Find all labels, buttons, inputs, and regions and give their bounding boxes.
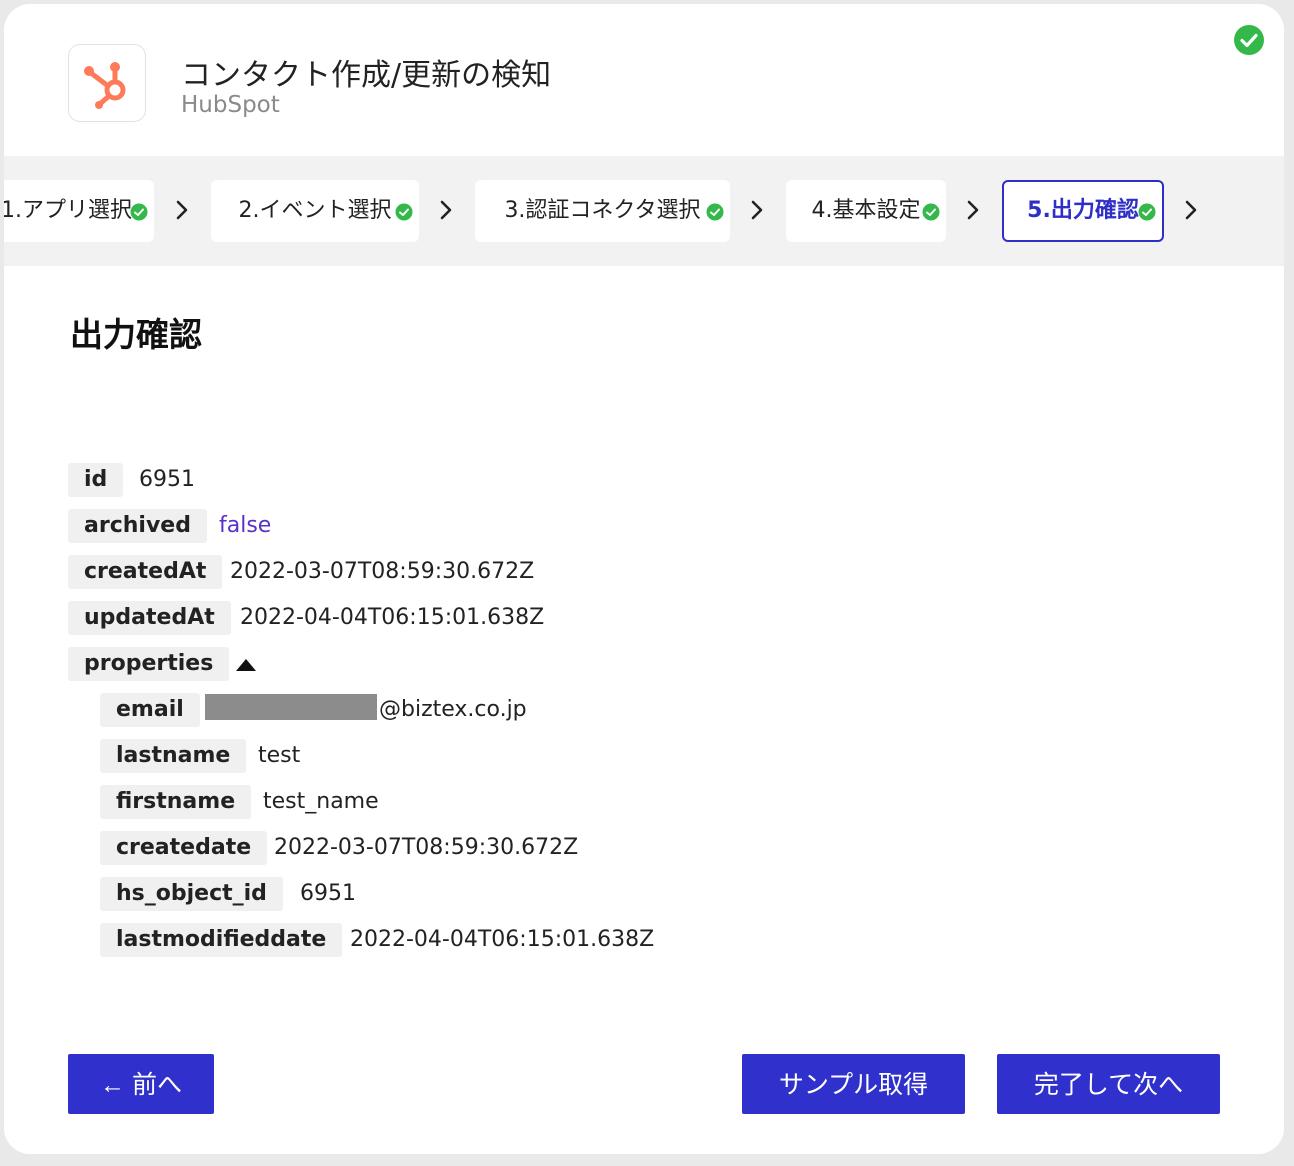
field-key: updatedAt <box>68 601 231 635</box>
step-connector-select[interactable]: 3.認証コネクタ選択 <box>475 180 730 242</box>
field-key: firstname <box>100 785 252 819</box>
email-domain: @biztex.co.jp <box>379 697 527 722</box>
field-key: createdAt <box>68 555 223 589</box>
step-check-icon <box>1138 186 1156 244</box>
section-title: 出力確認 <box>70 315 202 354</box>
field-key: archived <box>68 509 207 543</box>
step-navigation: 1.アプリ選択 2.イベント選択 3.認証コネクタ選択 4.基本設定 5.出力確… <box>4 156 1284 266</box>
app-name: HubSpot <box>181 92 280 118</box>
step-app-select[interactable]: 1.アプリ選択 <box>4 180 154 242</box>
trigger-title: コンタクト作成/更新の検知 <box>181 58 552 93</box>
field-key: properties <box>68 647 230 681</box>
step-event-select[interactable]: 2.イベント選択 <box>211 180 419 242</box>
field-value: test <box>258 743 301 768</box>
field-key: email <box>100 693 200 727</box>
step-check-icon <box>706 184 724 246</box>
field-value: @biztex.co.jp <box>205 693 527 727</box>
complete-next-button[interactable]: 完了して次へ <box>997 1054 1220 1114</box>
step-check-icon <box>130 184 148 246</box>
chevron-right-icon <box>749 196 765 228</box>
completed-check-icon <box>1233 24 1265 60</box>
field-value: 6951 <box>300 881 356 906</box>
hubspot-logo-icon <box>68 44 146 122</box>
field-key: lastname <box>100 739 247 773</box>
chevron-right-icon[interactable] <box>1183 196 1199 228</box>
step-label: 3.認証コネクタ選択 <box>504 198 701 223</box>
step-label: 2.イベント選択 <box>238 198 392 223</box>
trigger-settings-card: コンタクト作成/更新の検知 HubSpot 1.アプリ選択 2.イベント選択 3… <box>4 4 1284 1154</box>
field-value: 2022-04-04T06:15:01.638Z <box>350 927 655 952</box>
step-label: 1.アプリ選択 <box>4 198 132 223</box>
chevron-right-icon <box>174 196 190 228</box>
field-value: 6951 <box>139 467 195 492</box>
field-value: 2022-04-04T06:15:01.638Z <box>240 605 545 630</box>
redacted-block <box>205 694 377 720</box>
prev-button[interactable]: ← 前へ <box>68 1054 214 1114</box>
field-key: id <box>68 463 124 497</box>
step-basic-settings[interactable]: 4.基本設定 <box>786 180 946 242</box>
field-key: createdate <box>100 831 268 865</box>
field-value: 2022-03-07T08:59:30.672Z <box>274 835 579 860</box>
chevron-right-icon <box>965 196 981 228</box>
collapse-caret-up-icon[interactable] <box>235 657 257 676</box>
field-value: test_name <box>263 789 379 814</box>
chevron-right-icon <box>438 196 454 228</box>
step-output-check[interactable]: 5.出力確認 <box>1002 180 1164 242</box>
get-sample-button[interactable]: サンプル取得 <box>742 1054 965 1114</box>
field-key: lastmodifieddate <box>100 923 343 957</box>
step-check-icon <box>922 184 940 246</box>
field-value: false <box>219 513 272 538</box>
field-key: hs_object_id <box>100 877 283 911</box>
step-check-icon <box>395 184 413 246</box>
field-value: 2022-03-07T08:59:30.672Z <box>230 559 535 584</box>
